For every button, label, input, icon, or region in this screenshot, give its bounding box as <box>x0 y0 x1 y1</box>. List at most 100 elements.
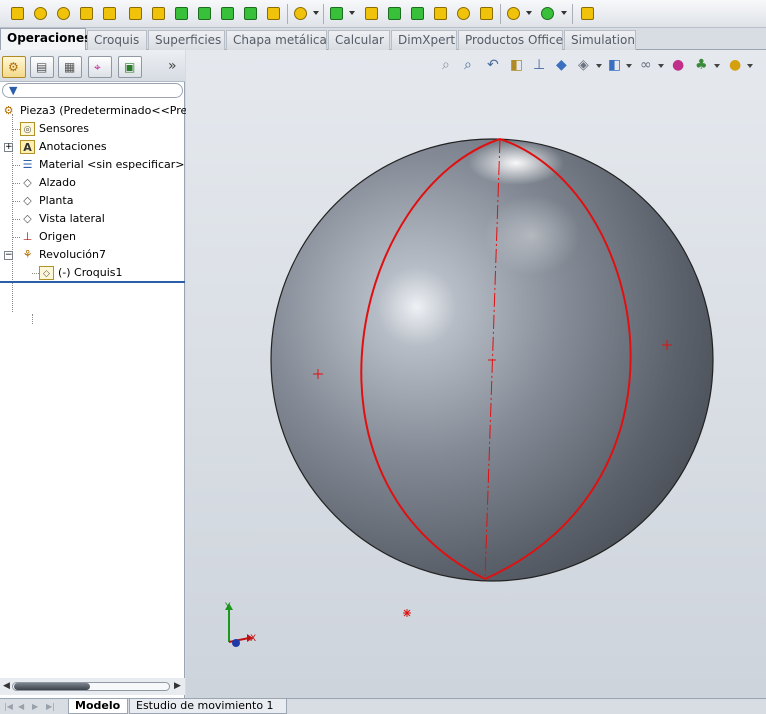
tree-root[interactable]: ⚙ Pieza3 (Predeterminado<<Predet <box>0 102 206 120</box>
reference-geometry-icon[interactable] <box>504 4 523 23</box>
previous-view-icon[interactable]: ↶ <box>486 56 504 74</box>
mirror-icon[interactable] <box>477 4 496 23</box>
scroll-right-icon[interactable]: ▶ <box>174 681 181 691</box>
tab-operaciones[interactable]: Operaciones <box>0 28 91 50</box>
reference-geometry-dropdown-icon[interactable] <box>526 11 532 15</box>
zoom-to-fit-icon[interactable]: ⌕ <box>441 56 459 74</box>
dome-icon[interactable] <box>431 4 450 23</box>
tab-calcular[interactable]: Calcular <box>328 30 390 50</box>
plane-icon: ◇ <box>23 176 32 189</box>
tree-item-sensores[interactable]: ◎ Sensores <box>0 120 185 138</box>
tab-croquis[interactable]: Croquis <box>87 30 147 50</box>
boundary-boss-icon[interactable] <box>100 4 119 23</box>
view-orientation-icon[interactable]: ◆ <box>555 56 573 74</box>
lofted-boss-icon[interactable] <box>77 4 96 23</box>
feature-manager-panel: ⚙ ▤ ▦ ⌖ ▣ » ▼ ⚙ Pieza3 (Predeterminado<<… <box>0 50 206 698</box>
scroll-left-icon[interactable]: ◀ <box>3 681 10 691</box>
rib-dropdown-icon[interactable] <box>349 11 355 15</box>
collapse-icon[interactable]: − <box>4 251 13 260</box>
swept-boss-icon[interactable] <box>54 4 73 23</box>
tree-item-origen[interactable]: ⊥ Origen <box>0 228 185 246</box>
triad-x-label: X <box>250 634 256 644</box>
extruded-boss-icon[interactable] <box>8 4 27 23</box>
tab-chapa-metalica[interactable]: Chapa metálica <box>226 30 327 50</box>
tree-item-anotaciones[interactable]: + A Anotaciones <box>0 138 185 156</box>
sphere-top-highlight <box>468 141 564 185</box>
tree-horizontal-scrollbar[interactable]: ◀ ▶ <box>0 678 185 695</box>
sensor-icon: ◎ <box>20 122 35 136</box>
command-manager-tabs: Operaciones Croquis Superficies Chapa me… <box>0 28 766 50</box>
zoom-to-area-icon[interactable]: ⌕ <box>463 56 481 74</box>
tree-item-vista-lateral[interactable]: ◇ Vista lateral <box>0 210 185 228</box>
display-manager-icon[interactable]: ▣ <box>118 56 142 78</box>
tree-item-alzado[interactable]: ◇ Alzado <box>0 174 185 192</box>
revolved-boss-icon[interactable] <box>31 4 50 23</box>
tab-superficies[interactable]: Superficies <box>148 30 225 50</box>
hide-show-dropdown-icon[interactable] <box>626 64 632 68</box>
bottom-tab-bar: |◀ ◀ ▶ ▶| Modelo Estudio de movimiento 1 <box>0 698 766 714</box>
model-view[interactable]: Y X <box>186 50 766 698</box>
apply-scene-icon[interactable]: ♣ <box>694 56 712 74</box>
tree-filter-input[interactable]: ▼ <box>2 83 183 98</box>
tree-item-revolucion7[interactable]: − ⚘ Revolución7 <box>0 246 185 264</box>
previous-tab-icon[interactable]: ◀ <box>18 701 28 713</box>
panel-more-icon[interactable]: » <box>168 58 177 74</box>
featuremanager-icon[interactable]: ⚙ <box>2 56 26 78</box>
display-style-icon[interactable]: ◈ <box>577 56 595 74</box>
fillet-icon[interactable] <box>264 4 283 23</box>
display-style-dropdown-icon[interactable] <box>596 64 602 68</box>
tab-productos-office[interactable]: Productos Office <box>458 30 563 50</box>
section-view-icon[interactable]: ◧ <box>509 56 527 74</box>
part-icon: ⚙ <box>3 104 14 117</box>
origin-icon: ⊥ <box>22 230 33 243</box>
wrap-icon[interactable] <box>408 4 427 23</box>
apply-scene-dropdown-icon[interactable] <box>714 64 720 68</box>
tree-item-croquis1[interactable]: ◇ (-) Croquis1 <box>0 264 185 282</box>
tab-modelo[interactable]: Modelo <box>68 699 128 714</box>
edit-appearance-icon[interactable]: ● <box>671 56 689 74</box>
material-icon: ☰ <box>22 158 33 171</box>
tab-estudio-de-movimiento[interactable]: Estudio de movimiento 1 <box>129 699 287 714</box>
extruded-cut-icon[interactable] <box>126 4 145 23</box>
shell-icon[interactable] <box>385 4 404 23</box>
configurationmanager-icon[interactable]: ▦ <box>58 56 82 78</box>
revolved-cut-icon[interactable] <box>172 4 191 23</box>
first-tab-icon[interactable]: |◀ <box>4 701 14 713</box>
visibility-dropdown-icon[interactable] <box>658 64 664 68</box>
propertymanager-icon[interactable]: ▤ <box>30 56 54 78</box>
plane-icon: ◇ <box>23 212 32 225</box>
rib-icon[interactable] <box>327 4 346 23</box>
hole-wizard-icon[interactable] <box>149 4 168 23</box>
curves-icon[interactable] <box>538 4 557 23</box>
dynamic-annotation-icon[interactable]: ⊥ <box>532 56 550 74</box>
rollback-bar[interactable] <box>0 281 185 283</box>
graphics-area[interactable]: Y X ⌕ ⌕ ↶ ◧ ⊥ ◆ ◈ ◧ ∞ ● ♣ ● <box>186 50 766 698</box>
curves-dropdown-icon[interactable] <box>561 11 567 15</box>
lofted-cut-icon[interactable] <box>218 4 237 23</box>
linear-pattern-icon[interactable] <box>291 4 310 23</box>
next-tab-icon[interactable]: ▶ <box>32 701 42 713</box>
view-settings-icon[interactable]: ● <box>728 56 746 74</box>
tab-dimxpert[interactable]: DimXpert <box>391 30 457 50</box>
triad-y-label: Y <box>224 602 231 612</box>
dimxpert-manager-icon[interactable]: ⌖ <box>88 56 112 78</box>
scroll-thumb[interactable] <box>14 683 90 690</box>
expand-icon[interactable]: + <box>4 143 13 152</box>
linear-pattern-dropdown-icon[interactable] <box>313 11 319 15</box>
draft-icon[interactable] <box>362 4 381 23</box>
origin-marker <box>403 609 411 617</box>
hide-show-items-icon[interactable]: ◧ <box>607 56 625 74</box>
tree-item-planta[interactable]: ◇ Planta <box>0 192 185 210</box>
sketch-icon: ◇ <box>39 266 54 280</box>
plane-icon: ◇ <box>23 194 32 207</box>
swept-cut-icon[interactable] <box>195 4 214 23</box>
tab-simulation[interactable]: Simulation <box>564 30 636 50</box>
visibility-icon[interactable]: ∞ <box>639 56 657 74</box>
instant3d-icon[interactable] <box>578 4 597 23</box>
revolve-feature-icon: ⚘ <box>22 248 33 261</box>
last-tab-icon[interactable]: ▶| <box>46 701 56 713</box>
boundary-cut-icon[interactable] <box>241 4 260 23</box>
view-settings-dropdown-icon[interactable] <box>747 64 753 68</box>
intersect-icon[interactable] <box>454 4 473 23</box>
tree-item-material[interactable]: ☰ Material <sin especificar> <box>0 156 185 174</box>
